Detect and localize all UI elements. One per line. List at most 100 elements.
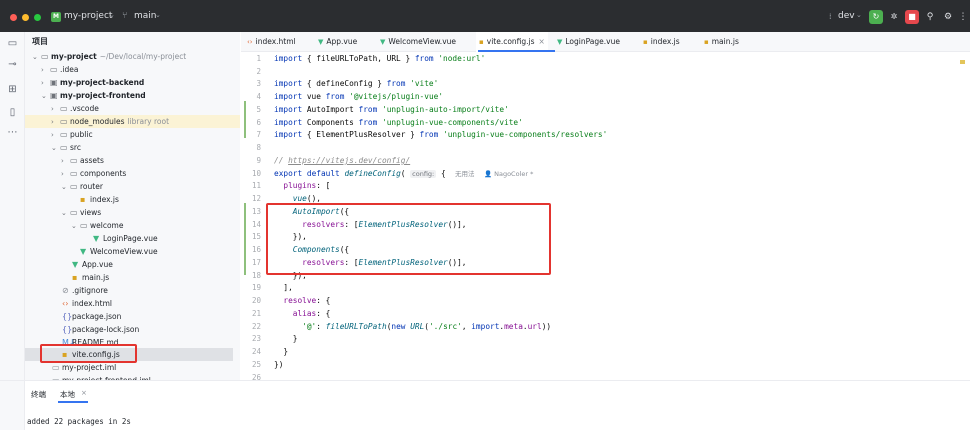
tree-row-router[interactable]: ⌄ ▭ router <box>61 180 103 193</box>
search-icon[interactable]: ⚲ <box>923 10 937 24</box>
author-hint[interactable]: 👤 NagoColer * <box>484 170 533 178</box>
annotation-box-vite-config <box>40 344 137 363</box>
folder-icon: ▭ <box>41 52 49 61</box>
active-tab-indicator <box>58 401 88 403</box>
line-number: 8 <box>256 143 261 152</box>
tree-row-welcomeview-vue[interactable]: ▼ WelcomeView.vue <box>80 245 158 258</box>
code-line[interactable]: alias: { <box>274 308 331 321</box>
tree-row-src[interactable]: ⌄ ▭ src <box>51 141 81 154</box>
tree-row-welcome[interactable]: ⌄ ▭ welcome <box>71 219 123 232</box>
folder-icon: ▭ <box>80 221 88 230</box>
tree-row-gitignore[interactable]: ⊘ .gitignore <box>62 284 108 297</box>
commit-icon[interactable]: ⊸ <box>6 58 19 71</box>
tree-row-node-modules[interactable]: › ▭ node_modules library root <box>51 115 169 128</box>
code-line[interactable]: // https://vitejs.dev/config/ <box>274 155 410 168</box>
tab-index-js[interactable]: ▪ index.js <box>643 32 680 52</box>
window-minimize-button[interactable] <box>22 14 29 21</box>
code-line[interactable]: import { defineConfig } from 'vite' <box>274 78 438 91</box>
chevron-down-icon: ⌄ <box>32 53 38 61</box>
js-file-icon: ▪ <box>80 195 86 204</box>
line-number: 14 <box>251 220 261 229</box>
code-line[interactable]: import { fileURLToPath, URL } from 'node… <box>274 53 485 66</box>
line-number: 13 <box>251 207 261 216</box>
tree-row-backend[interactable]: › ▣ my-project-backend <box>41 76 144 89</box>
close-icon[interactable]: × <box>81 389 87 397</box>
tree-row-components[interactable]: › ▭ components <box>61 167 126 180</box>
tree-row-main-js[interactable]: ▪ main.js <box>72 271 109 284</box>
code-line[interactable]: ], <box>274 282 292 295</box>
bookmarks-icon[interactable]: ▯ <box>6 106 19 119</box>
vue-file-icon: ▼ <box>72 260 79 269</box>
tab-welcomeview-vue[interactable]: ▼ WelcomeView.vue <box>380 32 456 52</box>
tab-main-js[interactable]: ▪ main.js <box>704 32 739 52</box>
folder-icon: ▭ <box>60 117 68 126</box>
close-icon[interactable]: × <box>539 37 545 46</box>
line-number: 11 <box>251 181 261 190</box>
project-switcher[interactable]: my-project <box>64 11 112 21</box>
tree-row-idea[interactable]: › ▭ .idea <box>41 63 78 76</box>
json-file-icon: {} <box>62 312 73 321</box>
tab-app-vue[interactable]: ▼ App.vue <box>318 32 357 52</box>
structure-icon[interactable]: ⊞ <box>6 83 19 96</box>
code-line[interactable]: import Components from 'unplugin-vue-com… <box>274 117 523 130</box>
vue-file-icon: ▼ <box>318 38 324 46</box>
usages-hint[interactable]: 无用法 <box>455 170 475 178</box>
code-line[interactable]: } <box>274 346 288 359</box>
debug-icon[interactable]: ✲ <box>887 10 901 24</box>
line-number: 12 <box>251 194 261 203</box>
js-file-icon: ▪ <box>479 38 484 46</box>
tree-row-index-html[interactable]: ‹› index.html <box>62 297 112 310</box>
tab-terminal-local[interactable]: 本地 <box>60 389 75 400</box>
folder-icon: ▭ <box>70 156 78 165</box>
code-line[interactable]: export default defineConfig( config: { 无… <box>274 168 533 181</box>
run-icon[interactable]: ↻ <box>869 10 883 24</box>
more-icon[interactable]: ⋮ <box>957 10 969 24</box>
tree-row-assets[interactable]: › ▭ assets <box>61 154 104 167</box>
chevron-down-icon: ⌄ <box>61 183 67 191</box>
code-line[interactable]: import { ElementPlusResolver } from 'unp… <box>274 129 607 142</box>
terminal-output[interactable]: added 22 packages in 2s <box>27 417 131 426</box>
tree-row-public[interactable]: › ▭ public <box>51 128 93 141</box>
window-close-button[interactable] <box>10 14 17 21</box>
terminal-title: 终端 <box>31 390 46 399</box>
tree-row-views[interactable]: ⌄ ▭ views <box>61 206 101 219</box>
code-line[interactable]: resolve: { <box>274 295 330 308</box>
warning-stripe-marker[interactable] <box>960 60 965 64</box>
tree-row-package-json[interactable]: {}package.json <box>62 310 121 323</box>
tree-row-loginpage-vue[interactable]: ▼ LoginPage.vue <box>93 232 158 245</box>
line-number: 17 <box>251 258 261 267</box>
folder-icon: ▭ <box>60 130 68 139</box>
code-line[interactable]: '@': fileURLToPath(new URL('./src', impo… <box>274 321 551 334</box>
more-icon[interactable]: ⋯ <box>6 126 19 139</box>
code-line[interactable]: import vue from '@vitejs/plugin-vue' <box>274 91 443 104</box>
line-number: 21 <box>251 309 261 318</box>
tree-row-vscode[interactable]: › ▭ .vscode <box>51 102 99 115</box>
tree-row-frontend[interactable]: ⌄ ▣ my-project-frontend <box>41 89 146 102</box>
line-number: 16 <box>251 245 261 254</box>
line-number: 20 <box>251 296 261 305</box>
line-number: 4 <box>256 92 261 101</box>
tab-loginpage-vue[interactable]: ▼ LoginPage.vue <box>557 32 620 52</box>
code-line[interactable]: }) <box>274 359 283 372</box>
run-configuration-selector[interactable]: dev <box>838 11 855 21</box>
tree-row-app-vue[interactable]: ▼ App.vue <box>72 258 113 271</box>
tab-index-html[interactable]: ‹› index.html <box>247 32 296 52</box>
code-line[interactable]: } <box>274 333 298 346</box>
settings-icon[interactable]: ⚙ <box>941 10 955 24</box>
tree-row-router-index-js[interactable]: ▪ index.js <box>80 193 119 206</box>
annotation-box-plugins <box>266 203 551 275</box>
module-icon: ▣ <box>50 78 58 87</box>
window-maximize-button[interactable] <box>34 14 41 21</box>
folder-icon: ▭ <box>60 143 68 152</box>
folder-icon: ▭ <box>70 169 78 178</box>
tree-row-package-lock-json[interactable]: {}package-lock.json <box>62 323 139 336</box>
line-number: 6 <box>256 118 261 127</box>
tab-vite-config-js[interactable]: ▪ vite.config.js × <box>476 32 548 52</box>
tree-row-my-project[interactable]: ⌄ ▭ my-project ~/Dev/local/my-project <box>32 50 186 63</box>
code-line[interactable]: plugins: [ <box>274 180 330 193</box>
branch-switcher[interactable]: main <box>134 11 157 21</box>
stop-icon[interactable]: ■ <box>905 10 919 24</box>
html-file-icon: ‹› <box>62 299 69 308</box>
folder-icon[interactable]: ▭ <box>6 37 19 50</box>
code-line[interactable]: import AutoImport from 'unplugin-auto-im… <box>274 104 509 117</box>
